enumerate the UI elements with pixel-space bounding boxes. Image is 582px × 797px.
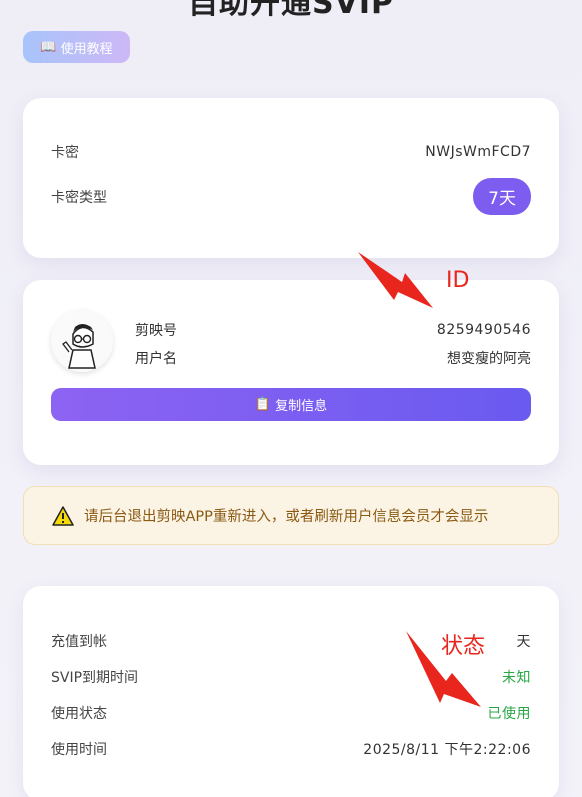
tutorial-button[interactable]: 📖 使用教程 bbox=[23, 31, 130, 63]
account-name-value: 想变瘦的阿亮 bbox=[447, 351, 531, 367]
card-key-label: 卡密 bbox=[51, 145, 79, 161]
status-panel: 充值到帐 天 SVIP到期时间 未知 使用状态 已使用 使用时间 2025/8/… bbox=[23, 586, 559, 797]
recharge-label: 充值到帐 bbox=[51, 634, 107, 650]
annotation-status-label: 状态 bbox=[441, 634, 486, 659]
notice-banner: 请后台退出剪映APP重新进入，或者刷新用户信息会员才会显示 bbox=[23, 486, 559, 545]
copy-info-label: 复制信息 bbox=[275, 399, 328, 414]
state-label: 使用状态 bbox=[51, 706, 107, 722]
state-value: 已使用 bbox=[487, 706, 531, 722]
expire-value: 未知 bbox=[502, 670, 531, 686]
avatar-illustration bbox=[51, 310, 113, 372]
time-label: 使用时间 bbox=[51, 742, 107, 758]
page-title: 自助开通SVIP bbox=[188, 0, 394, 21]
clipboard-icon: 📋 bbox=[254, 397, 272, 412]
warning-icon bbox=[52, 505, 74, 526]
account-name-label: 用户名 bbox=[135, 351, 177, 367]
card-info-panel: 卡密 NWJsWmFCD7 卡密类型 7天 bbox=[23, 98, 559, 258]
account-id-label: 剪映号 bbox=[135, 323, 177, 339]
card-key-value: NWJsWmFCD7 bbox=[425, 144, 531, 160]
account-id-value: 8259490546 bbox=[436, 322, 531, 338]
tutorial-label: 使用教程 bbox=[60, 41, 113, 57]
account-panel: 剪映号 8259490546 用户名 想变瘦的阿亮 📋 复制信息 bbox=[23, 280, 559, 465]
copy-info-button[interactable]: 📋 复制信息 bbox=[51, 388, 531, 421]
annotation-id-label: ID bbox=[446, 268, 470, 293]
expire-label: SVIP到期时间 bbox=[51, 670, 139, 686]
card-type-badge: 7天 bbox=[473, 178, 531, 215]
avatar bbox=[51, 310, 113, 372]
time-value: 2025/8/11 下午2:22:06 bbox=[363, 742, 531, 758]
notice-text: 请后台退出剪映APP重新进入，或者刷新用户信息会员才会显示 bbox=[84, 509, 489, 525]
recharge-value: 天 bbox=[516, 634, 531, 650]
card-type-label: 卡密类型 bbox=[51, 189, 107, 206]
book-icon: 📖 bbox=[40, 39, 57, 55]
